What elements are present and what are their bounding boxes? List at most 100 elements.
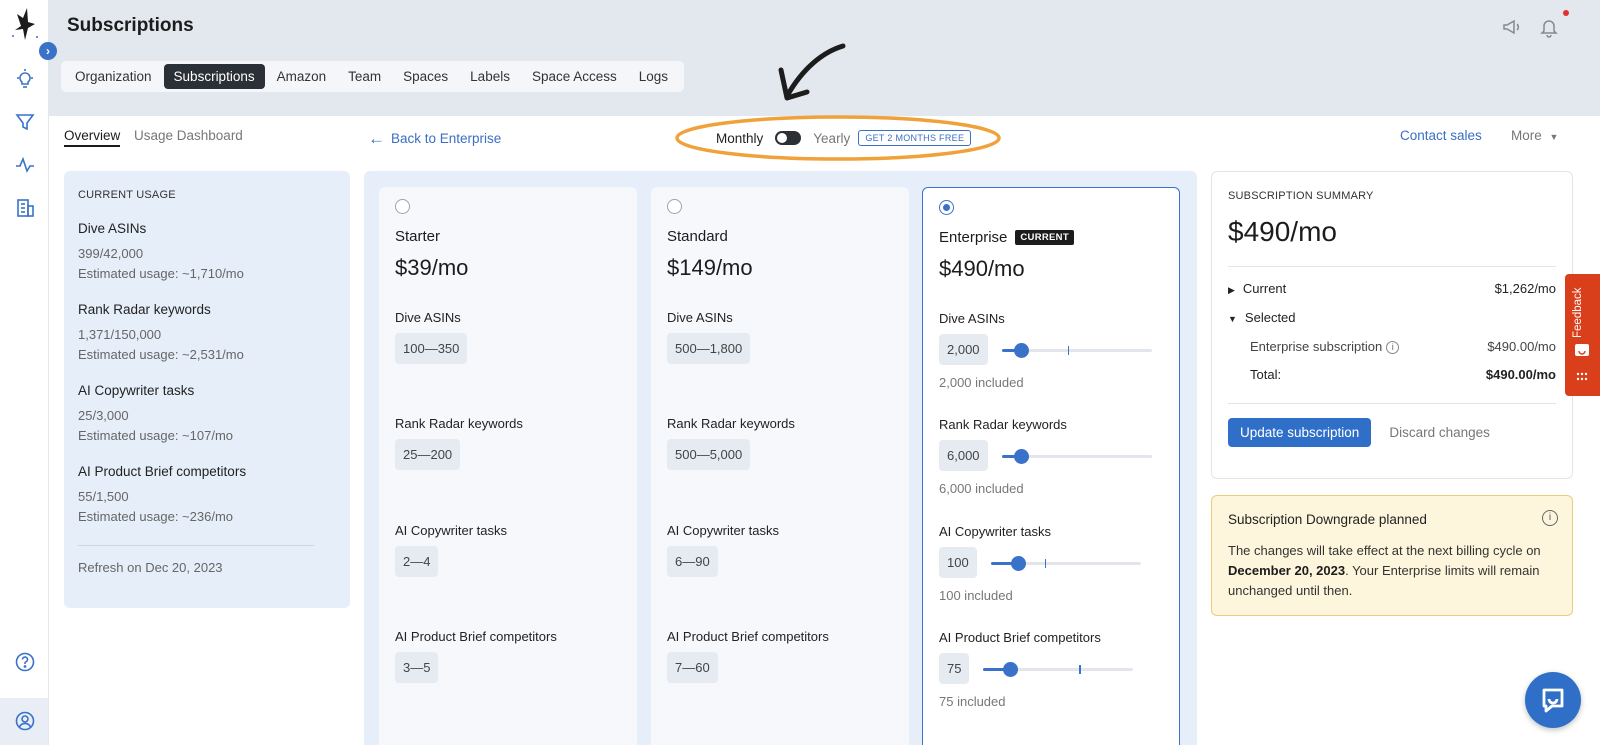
- feature-quantity-input[interactable]: 100: [939, 547, 977, 578]
- feature-quantity-input[interactable]: 2,000: [939, 334, 988, 365]
- summary-actions: Update subscription Discard changes: [1228, 418, 1556, 447]
- feedback-tab[interactable]: Feedback: [1565, 274, 1600, 396]
- billing-switch[interactable]: [775, 131, 802, 145]
- plan-card-starter[interactable]: Starter $39/mo Dive ASINs 100—350 Rank R…: [379, 187, 637, 745]
- plan-feature: AI Product Brief competitors 75 75 inclu…: [939, 630, 1134, 709]
- filter-icon[interactable]: [14, 111, 36, 133]
- help-icon[interactable]: [14, 651, 36, 673]
- back-to-enterprise-link[interactable]: ← Back to Enterprise: [368, 130, 501, 147]
- more-menu[interactable]: More ▼: [1511, 128, 1558, 143]
- summary-current-value: $1,262/mo: [1494, 281, 1556, 296]
- usage-estimate: Estimated usage: ~107/mo: [78, 428, 234, 443]
- plan-card-standard[interactable]: Standard $149/mo Dive ASINs 500—1,800 Ra…: [651, 187, 909, 745]
- feature-included: 6,000 included: [939, 481, 1024, 496]
- feature-range: 3—5: [395, 652, 439, 683]
- billing-period-toggle: Monthly Yearly GET 2 MONTHS FREE: [716, 130, 972, 146]
- feature-name: AI Product Brief competitors: [667, 629, 829, 644]
- user-profile-icon[interactable]: [14, 710, 36, 732]
- feedback-label: Feedback: [1572, 287, 1584, 338]
- summary-total-value: $490.00/mo: [1485, 367, 1556, 382]
- feature-slider[interactable]: [990, 555, 1141, 571]
- summary-current-row[interactable]: ▶ Current $1,262/mo: [1228, 275, 1556, 304]
- slider-thumb[interactable]: [1010, 555, 1026, 571]
- plan-name: Enterprise CURRENT: [939, 229, 1163, 246]
- feature-range: 2—4: [395, 546, 439, 577]
- plan-name: Standard: [667, 228, 728, 245]
- tab-logs[interactable]: Logs: [629, 64, 678, 89]
- info-icon[interactable]: i: [1386, 341, 1400, 355]
- usage-item: AI Copywriter tasks 25/3,000 Estimated u…: [78, 383, 336, 446]
- tab-space-access[interactable]: Space Access: [522, 64, 627, 89]
- tab-subscriptions[interactable]: Subscriptions: [163, 64, 265, 89]
- feature-quantity-input[interactable]: 75: [939, 653, 970, 684]
- plan-radio-starter[interactable]: [395, 199, 410, 214]
- feature-slider[interactable]: [1001, 448, 1152, 464]
- plan-price: $490/mo: [939, 256, 1025, 281]
- current-plan-badge: CURRENT: [1015, 230, 1074, 245]
- plan-feature: Dive ASINs 100—350: [395, 310, 468, 364]
- summary-selected-label: Selected: [1244, 310, 1296, 325]
- feature-name: Dive ASINs: [667, 310, 733, 325]
- plan-price: $149/mo: [667, 255, 753, 280]
- feature-name: AI Copywriter tasks: [939, 524, 1051, 539]
- plan-radio-standard[interactable]: [667, 199, 682, 214]
- plan-feature: AI Copywriter tasks 6—90: [667, 523, 779, 577]
- back-link-label: Back to Enterprise: [391, 131, 502, 146]
- slider-tick: [1079, 664, 1081, 674]
- slider-tick: [1044, 558, 1047, 568]
- tab-team[interactable]: Team: [338, 64, 391, 89]
- feature-name: AI Product Brief competitors: [395, 629, 557, 644]
- summary-total-label: Total:: [1250, 367, 1282, 382]
- feature-quantity-input[interactable]: 6,000: [939, 440, 988, 471]
- contact-sales-link[interactable]: Contact sales: [1400, 128, 1482, 143]
- feature-slider[interactable]: [983, 661, 1134, 677]
- plan-radio-enterprise[interactable]: [939, 200, 954, 215]
- summary-total-row: Total: $490.00/mo: [1228, 361, 1556, 389]
- drag-grip-icon[interactable]: [1575, 370, 1589, 384]
- yearly-label[interactable]: Yearly: [813, 131, 850, 146]
- subnav-usage-dashboard[interactable]: Usage Dashboard: [134, 128, 243, 143]
- summary-selected-row[interactable]: ▼ Selected: [1228, 304, 1556, 333]
- slider-thumb[interactable]: [1003, 661, 1019, 677]
- feature-name: Rank Radar keywords: [939, 417, 1067, 432]
- feature-name: AI Copywriter tasks: [667, 523, 779, 538]
- page-title: Subscriptions: [67, 15, 194, 36]
- annotation-arrow-icon: [778, 43, 846, 101]
- usage-value: 55/1,500: [78, 489, 129, 504]
- slider-thumb[interactable]: [1014, 342, 1030, 358]
- update-subscription-button[interactable]: Update subscription: [1228, 418, 1372, 447]
- discard-changes-button[interactable]: Discard changes: [1389, 425, 1490, 440]
- usage-value: 25/3,000: [78, 408, 129, 423]
- app-logo-icon[interactable]: [9, 6, 41, 42]
- subnav-overview[interactable]: Overview: [64, 128, 121, 147]
- megaphone-icon[interactable]: [1501, 16, 1523, 38]
- plan-feature: AI Product Brief competitors 3—5: [395, 629, 557, 683]
- caret-down-icon: ▼: [1549, 132, 1559, 142]
- tab-amazon[interactable]: Amazon: [267, 64, 337, 89]
- feature-name: AI Product Brief competitors: [939, 630, 1101, 645]
- chat-icon: [1542, 688, 1564, 713]
- info-icon[interactable]: i: [1542, 510, 1558, 526]
- monthly-label[interactable]: Monthly: [716, 131, 763, 146]
- usage-name: Dive ASINs: [78, 221, 147, 236]
- expand-sidebar-button[interactable]: ›: [39, 42, 57, 60]
- tab-spaces[interactable]: Spaces: [393, 64, 458, 89]
- chat-support-button[interactable]: [1525, 672, 1581, 728]
- plan-feature: AI Copywriter tasks 100 100 included: [939, 524, 1141, 603]
- slider-thumb[interactable]: [1014, 448, 1030, 464]
- feature-slider[interactable]: [1001, 342, 1152, 358]
- activity-icon[interactable]: [14, 154, 36, 176]
- building-icon[interactable]: [14, 197, 36, 219]
- plan-price: $39/mo: [395, 255, 469, 280]
- bell-icon[interactable]: [1538, 16, 1560, 38]
- lightbulb-icon[interactable]: [14, 68, 36, 90]
- tab-labels[interactable]: Labels: [460, 64, 520, 89]
- usage-estimate: Estimated usage: ~2,531/mo: [78, 347, 244, 362]
- plan-card-enterprise[interactable]: Enterprise CURRENT $490/mo Dive ASINs 2,…: [922, 187, 1180, 745]
- current-usage-card: CURRENT USAGE Dive ASINs 399/42,000 Esti…: [64, 171, 350, 608]
- usage-estimate: Estimated usage: ~1,710/mo: [78, 266, 244, 281]
- more-label: More: [1511, 128, 1542, 143]
- usage-item: Rank Radar keywords 1,371/150,000 Estima…: [78, 302, 336, 365]
- tab-organization[interactable]: Organization: [65, 64, 162, 89]
- plan-feature: Rank Radar keywords 500—5,000: [667, 416, 795, 470]
